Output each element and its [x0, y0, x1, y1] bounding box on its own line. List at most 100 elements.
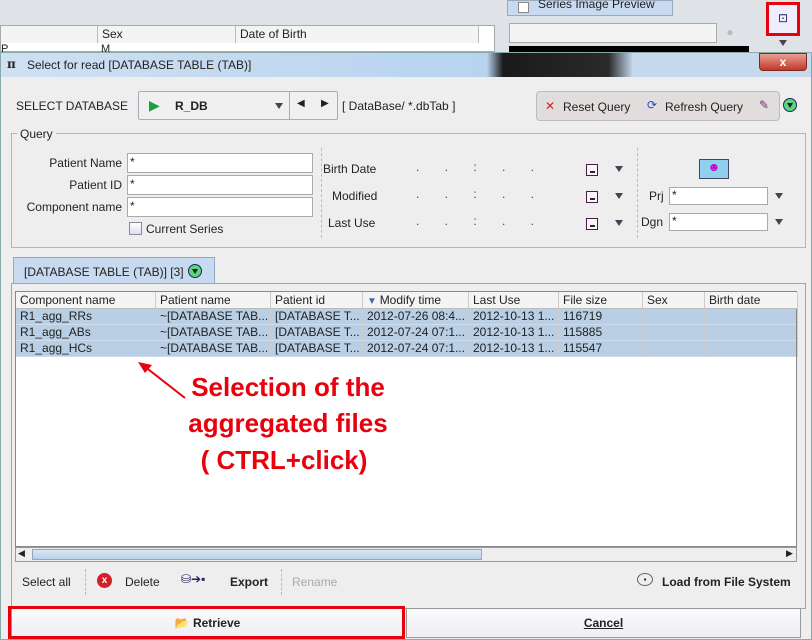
table-row[interactable]: R1_agg_ABs ~[DATABASE TAB... [DATABASE T..… [16, 324, 798, 341]
column-label: Component name [20, 293, 116, 307]
refresh-icon: ⟳ [647, 98, 658, 112]
column-label: Patient name [160, 293, 231, 307]
preview-checkbox[interactable] [518, 2, 529, 13]
component-name-input[interactable]: * [127, 197, 313, 217]
table-cell [705, 308, 798, 325]
chevron-down-icon [275, 103, 283, 109]
preview-field [509, 23, 717, 43]
current-series-checkbox[interactable] [129, 222, 142, 235]
chevron-down-icon[interactable] [615, 193, 623, 199]
series-preview-tab[interactable]: Series Image Preview [507, 0, 673, 16]
prj-label: Prj [649, 189, 664, 203]
database-path: [ DataBase/ *.dbTab ] [342, 99, 456, 113]
dropdown-arrow-icon[interactable] [779, 40, 787, 46]
bg-col-dob: Date of Birth [236, 26, 479, 43]
calendar-icon[interactable] [586, 191, 598, 203]
refresh-query-button[interactable]: Refresh Query [665, 100, 743, 114]
table-cell [705, 340, 798, 357]
table-cell: [DATABASE T... [271, 308, 363, 325]
birth-date-field[interactable]: . . : . . [416, 160, 534, 174]
dgn-label: Dgn [641, 215, 664, 229]
patients-icon[interactable]: ☻ [699, 159, 729, 179]
column-header[interactable]: Sex [643, 292, 705, 309]
table-cell [705, 324, 798, 341]
query-button-group: ✕ Reset Query ⟳ Refresh Query ✎ [536, 91, 780, 121]
query-label: Query [17, 127, 56, 141]
calendar-icon[interactable] [586, 218, 598, 230]
table-cell: [DATABASE T... [271, 324, 363, 341]
bg-col [1, 26, 98, 43]
chevron-down-icon[interactable] [615, 166, 623, 172]
close-button[interactable]: x [759, 53, 807, 71]
background-table: Sex Date of Birth P M [0, 25, 495, 55]
table-cell: 116719 [559, 308, 643, 325]
column-header[interactable]: ▼ Modify time [363, 292, 469, 309]
select-all-button[interactable]: Select all [22, 575, 71, 589]
patient-id-input[interactable]: * [127, 175, 313, 195]
dgn-input[interactable]: * [669, 213, 768, 231]
column-label: Birth date [709, 293, 761, 307]
column-label: Sex [647, 293, 668, 307]
table-cell: 2012-07-26 08:4... [363, 308, 469, 325]
pen-icon[interactable]: ✎ [759, 98, 769, 112]
export-icon: ⛁➔▪ [181, 572, 206, 586]
table-cell [643, 324, 705, 341]
last-use-field[interactable]: . . : . . [416, 214, 534, 228]
patient-name-input[interactable]: * [127, 153, 313, 173]
sort-desc-icon: ▼ [367, 296, 380, 307]
reset-query-button[interactable]: Reset Query [563, 100, 630, 114]
calendar-icon[interactable] [586, 164, 598, 176]
export-button[interactable]: Export [230, 575, 268, 589]
chevron-down-icon[interactable] [775, 219, 783, 225]
component-name-label: Component name [26, 200, 122, 214]
chevron-down-icon[interactable] [775, 193, 783, 199]
table-cell: ~[DATABASE TAB... [156, 308, 271, 325]
table-cell: R1_agg_RRs [16, 308, 156, 325]
last-use-label: Last Use [328, 216, 376, 230]
column-header[interactable]: Last Use [469, 292, 559, 309]
tab-database-table[interactable]: [DATABASE TABLE (TAB)] [3] [13, 257, 215, 284]
delete-button[interactable]: Delete [125, 575, 160, 589]
prev-database-icon[interactable]: ◀ [297, 98, 305, 109]
load-from-file-system-button[interactable]: Load from File System [662, 575, 791, 589]
minus-icon[interactable]: ● [720, 25, 740, 41]
column-header[interactable]: Component name [16, 292, 156, 309]
table-cell: 2012-10-13 1... [469, 340, 559, 357]
cancel-button[interactable]: Cancel [406, 608, 801, 638]
column-label: Modify time [379, 293, 442, 307]
modified-field[interactable]: . . : . . [416, 187, 534, 201]
database-combo[interactable]: ▶ R_DB ◀ ▶ [138, 91, 338, 120]
table-cell: 2012-10-13 1... [469, 308, 559, 325]
table-cell: [DATABASE T... [271, 340, 363, 357]
dialog-title: Select for read [DATABASE TABLE (TAB)] [27, 58, 252, 72]
delete-icon: x [97, 573, 112, 588]
prj-input[interactable]: * [669, 187, 768, 205]
column-header[interactable]: File size [559, 292, 643, 309]
column-label: File size [563, 293, 608, 307]
modified-label: Modified [332, 189, 378, 203]
horizontal-scrollbar[interactable]: ◀ ▶ [15, 547, 797, 562]
highlight-box [8, 606, 405, 639]
select-database-label: SELECT DATABASE [16, 99, 129, 113]
column-label: Last Use [473, 293, 521, 307]
options-icon[interactable] [783, 98, 797, 112]
annotation-line-2: aggregated files [188, 408, 388, 438]
table-row[interactable]: R1_agg_RRs ~[DATABASE TAB... [DATABASE T..… [16, 308, 798, 325]
table-cell [643, 308, 705, 325]
table-cell: ~[DATABASE TAB... [156, 324, 271, 341]
patient-name-label: Patient Name [49, 156, 122, 170]
table-cell: 2012-07-24 07:1... [363, 340, 469, 357]
scrollbar-thumb[interactable] [32, 549, 482, 560]
column-header[interactable]: Patient id [271, 292, 363, 309]
app-icon: π [7, 57, 16, 71]
table-cell: 115885 [559, 324, 643, 341]
chevron-down-icon[interactable] [615, 220, 623, 226]
column-header[interactable]: Patient name [156, 292, 271, 309]
column-header[interactable]: Birth date [705, 292, 798, 309]
next-database-icon[interactable]: ▶ [321, 98, 329, 109]
select-for-read-dialog: π Select for read [DATABASE TABLE (TAB)]… [0, 52, 812, 640]
annotation-line-3: ( CTRL+click) [200, 445, 368, 475]
tab-options-icon[interactable] [188, 264, 202, 278]
tab-label: [DATABASE TABLE (TAB)] [3] [24, 265, 184, 279]
rename-button: Rename [292, 575, 338, 589]
